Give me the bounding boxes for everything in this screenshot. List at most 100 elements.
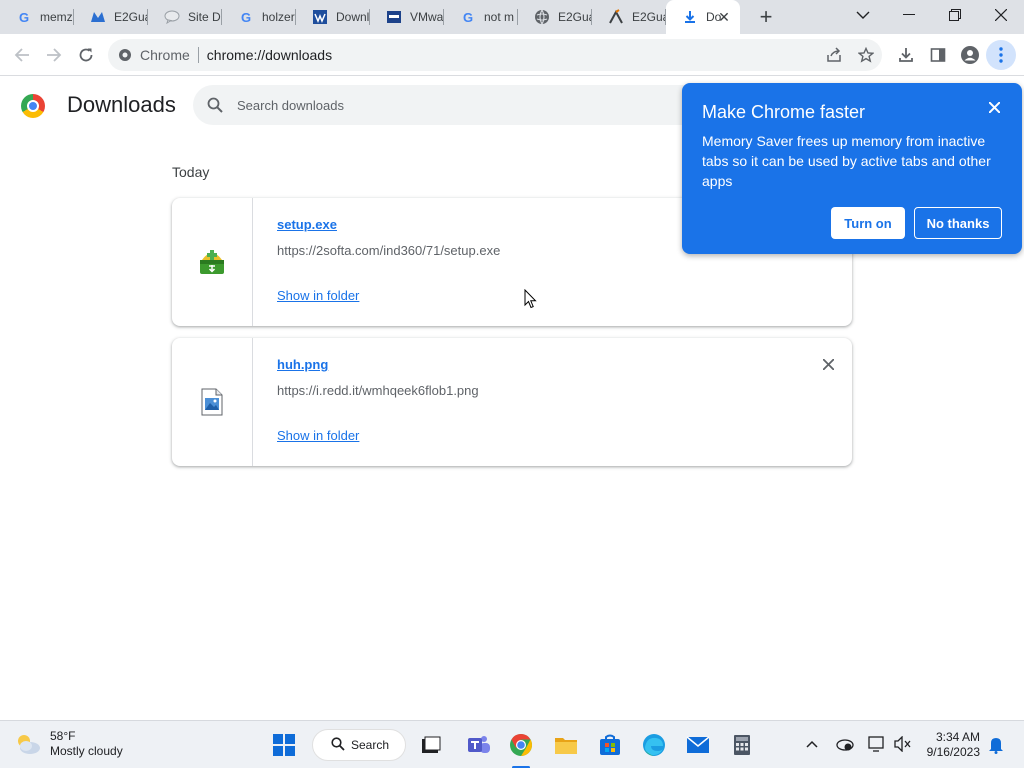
store-icon xyxy=(600,734,620,755)
google-icon: G xyxy=(462,9,474,25)
network-tray-button[interactable] xyxy=(868,736,886,755)
volume-tray-button[interactable] xyxy=(894,735,912,755)
download-icon xyxy=(899,48,913,62)
start-button[interactable] xyxy=(268,729,300,761)
close-icon xyxy=(995,9,1007,21)
search-icon xyxy=(331,736,345,754)
weather-temperature: 58°F xyxy=(50,729,76,743)
tab-2[interactable]: Site Di xyxy=(148,0,222,34)
star-icon xyxy=(858,47,874,63)
date-section-header: Today xyxy=(172,164,210,180)
tab-5[interactable]: VMwa xyxy=(370,0,444,34)
tab-1[interactable]: E2Gua xyxy=(74,0,148,34)
chrome-icon xyxy=(119,49,131,61)
show-hidden-icons-button[interactable] xyxy=(806,735,818,751)
side-panel-button[interactable] xyxy=(922,39,954,71)
reload-button[interactable] xyxy=(70,39,102,71)
google-icon: G xyxy=(240,9,252,25)
downloads-button[interactable] xyxy=(890,39,922,71)
bell-icon xyxy=(989,738,1003,754)
weather-widget[interactable]: 58°F Mostly cloudy xyxy=(14,729,123,759)
taskbar-search[interactable]: Search xyxy=(312,729,406,761)
tab-label: Downl xyxy=(336,10,370,24)
file-name-link[interactable]: huh.png xyxy=(277,357,328,372)
teams-icon xyxy=(468,736,490,753)
tab-6[interactable]: Gnot m xyxy=(444,0,518,34)
tab-8[interactable]: E2Gua xyxy=(592,0,666,34)
close-icon xyxy=(822,358,835,371)
task-view-button[interactable] xyxy=(415,729,447,761)
file-icon-column xyxy=(172,198,253,326)
e2guardian-logo-icon xyxy=(608,9,624,25)
system-clock[interactable]: 3:34 AM 9/16/2023 xyxy=(918,730,980,760)
tab-label: holzer xyxy=(262,10,295,24)
turn-on-button[interactable]: Turn on xyxy=(831,207,905,239)
clock-time: 3:34 AM xyxy=(935,730,980,744)
mail-button[interactable] xyxy=(682,729,714,761)
teams-button[interactable] xyxy=(463,729,495,761)
network-icon xyxy=(868,736,884,752)
no-thanks-button[interactable]: No thanks xyxy=(914,207,1002,239)
forward-button[interactable] xyxy=(38,39,70,71)
close-window-button[interactable] xyxy=(978,0,1024,30)
share-button[interactable] xyxy=(818,39,850,71)
calculator-button[interactable] xyxy=(726,729,758,761)
notifications-button[interactable] xyxy=(988,736,1004,757)
plus-icon: + xyxy=(759,4,773,29)
arrow-left-icon xyxy=(14,48,29,62)
chrome-taskbar-button[interactable] xyxy=(505,729,537,761)
share-icon xyxy=(827,47,841,62)
show-in-folder-link[interactable]: Show in folder xyxy=(277,428,359,443)
store-button[interactable] xyxy=(594,729,626,761)
show-in-folder-link[interactable]: Show in folder xyxy=(277,288,359,303)
tab-downloads[interactable]: Do ✕ xyxy=(666,0,740,34)
file-name-link[interactable]: setup.exe xyxy=(277,217,337,232)
close-icon[interactable]: ✕ xyxy=(716,9,732,26)
tab-7[interactable]: E2Gua xyxy=(518,0,592,34)
search-box[interactable] xyxy=(193,85,713,125)
vmware-icon xyxy=(386,9,402,25)
toolbar: Chrome chrome://downloads xyxy=(0,34,1024,76)
kebab-menu-icon xyxy=(999,47,1003,63)
profile-button[interactable] xyxy=(954,39,986,71)
restore-button[interactable] xyxy=(932,0,978,30)
back-button[interactable] xyxy=(6,39,38,71)
remove-download-button[interactable] xyxy=(822,354,835,375)
windows-start-icon xyxy=(273,734,295,756)
installer-icon xyxy=(200,250,224,274)
memory-saver-bubble: Make Chrome faster Memory Saver frees up… xyxy=(682,83,1022,254)
onedrive-tray-button[interactable] xyxy=(836,736,854,755)
omnibox-url[interactable]: chrome://downloads xyxy=(207,47,332,63)
cloudy-weather-icon xyxy=(18,735,40,754)
bookmark-button[interactable] xyxy=(850,39,882,71)
avatar-icon xyxy=(961,46,979,64)
edge-button[interactable] xyxy=(638,729,670,761)
tab-4[interactable]: Downl xyxy=(296,0,370,34)
folder-icon xyxy=(555,738,577,754)
tab-label: not m xyxy=(484,10,515,24)
close-icon xyxy=(988,101,1001,114)
mail-icon xyxy=(686,736,710,753)
search-input[interactable] xyxy=(237,97,637,113)
download-site-icon xyxy=(312,9,328,25)
task-view-icon xyxy=(422,736,441,753)
minimize-button[interactable] xyxy=(886,0,932,30)
tab-3[interactable]: Gholzer xyxy=(222,0,296,34)
new-tab-button[interactable]: + xyxy=(748,0,784,34)
arrow-right-icon xyxy=(47,48,62,62)
weather-condition: Mostly cloudy xyxy=(50,744,123,758)
tab-search-button[interactable] xyxy=(840,0,886,30)
restore-icon xyxy=(949,9,961,21)
menu-button[interactable] xyxy=(986,40,1016,70)
bubble-close-button[interactable] xyxy=(988,100,1001,118)
image-file-icon xyxy=(201,388,223,416)
omnibox[interactable]: Chrome chrome://downloads xyxy=(108,39,882,71)
file-explorer-button[interactable] xyxy=(550,729,582,761)
chat-bubble-icon xyxy=(164,9,180,25)
minimize-icon xyxy=(903,14,915,15)
tab-0[interactable]: Gmemz xyxy=(0,0,74,34)
cloud-sync-icon xyxy=(836,739,854,751)
tab-label: memz xyxy=(40,10,73,24)
tab-label: E2Gua xyxy=(632,10,666,24)
chrome-icon xyxy=(510,734,532,756)
